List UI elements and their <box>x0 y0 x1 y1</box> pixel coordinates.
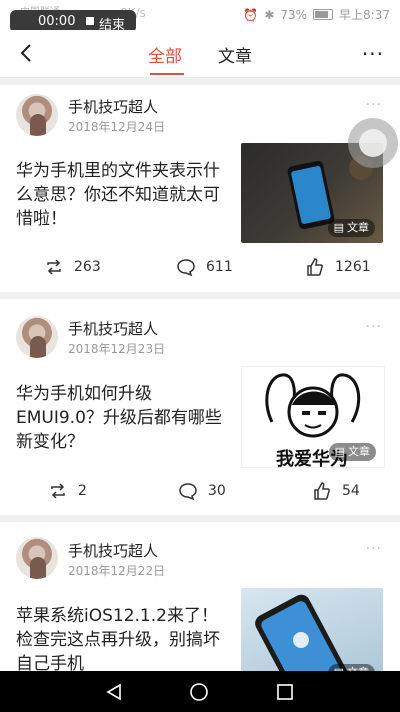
repost-icon <box>47 259 61 275</box>
article-thumbnail[interactable]: 我爱华为 ▤ 文章 <box>241 366 385 468</box>
more-options-icon[interactable]: ··· <box>362 42 384 66</box>
repost-count: 263 <box>74 259 101 275</box>
article-card[interactable]: 手机技巧超人 2018年12月22日 ··· 苹果系统iOS12.1.2来了！检… <box>0 522 400 671</box>
badge-label: 文章 <box>347 664 369 671</box>
document-icon: ▤ <box>334 445 345 458</box>
divider <box>0 292 400 299</box>
repost-button[interactable]: 2 <box>48 481 87 501</box>
repost-button[interactable]: 263 <box>44 257 101 277</box>
thumbs-up-icon <box>307 258 323 276</box>
document-icon: ▤ <box>333 221 344 234</box>
comment-count: 611 <box>206 259 233 275</box>
bluetooth-icon: ✱ <box>264 7 275 22</box>
back-arrow-icon[interactable] <box>16 42 38 64</box>
clock: 早上8:37 <box>339 8 390 22</box>
status-bar: 中国联通 0K/s 00:00 结束 ⏰ ✱ 73% 早上8:37 <box>0 0 400 33</box>
alarm-icon: ⏰ <box>243 7 259 22</box>
home-circle-icon[interactable] <box>189 682 209 702</box>
card-more-icon[interactable]: ··· <box>366 319 382 335</box>
thumbs-up-icon <box>314 482 330 500</box>
like-button[interactable]: 54 <box>312 481 360 501</box>
tab-article[interactable]: 文章 <box>218 42 252 67</box>
author-name[interactable]: 手机技巧超人 <box>68 96 158 117</box>
tab-all[interactable]: 全部 <box>148 42 182 67</box>
like-button[interactable]: 1261 <box>305 257 371 277</box>
article-badge: ▤文章 <box>328 443 376 461</box>
card-more-icon[interactable]: ··· <box>366 541 382 557</box>
like-count: 54 <box>342 483 360 499</box>
article-badge: ▤文章 <box>327 664 375 671</box>
article-card[interactable]: 手机技巧超人 2018年12月24日 ··· 华为手机里的文件夹表示什么意思？你… <box>0 85 400 292</box>
document-icon: ▤ <box>334 664 344 671</box>
battery-icon <box>313 9 334 20</box>
divider <box>0 515 400 522</box>
comment-icon <box>177 259 195 277</box>
comment-icon <box>179 483 197 501</box>
post-date: 2018年12月23日 <box>68 342 166 356</box>
status-indicators: ⏰ ✱ 73% 早上8:37 <box>243 6 390 23</box>
article-title[interactable]: 华为手机里的文件夹表示什么意思？你还不知道就太可惜啦！ <box>16 159 230 231</box>
article-thumbnail[interactable]: ▤文章 <box>241 588 383 671</box>
divider <box>0 78 400 85</box>
repost-icon <box>51 483 65 499</box>
active-tab-indicator <box>150 73 184 75</box>
badge-label: 文章 <box>347 221 369 234</box>
article-badge: ▤文章 <box>327 219 375 237</box>
repost-count: 2 <box>78 483 87 499</box>
recent-apps-square-icon[interactable] <box>275 682 295 702</box>
top-nav: 全部 文章 ··· <box>0 30 400 78</box>
stop-icon <box>86 17 94 25</box>
post-date: 2018年12月24日 <box>68 120 166 134</box>
article-card[interactable]: 手机技巧超人 2018年12月23日 ··· 华为手机如何升级EMUI9.0？升… <box>0 299 400 515</box>
card-more-icon[interactable]: ··· <box>366 97 382 113</box>
avatar[interactable] <box>16 537 58 579</box>
badge-label: 文章 <box>348 445 370 458</box>
article-title[interactable]: 华为手机如何升级EMUI9.0？升级后都有哪些新变化？ <box>16 382 230 454</box>
iphone-photo <box>255 594 349 671</box>
comment-button[interactable]: 30 <box>178 481 226 501</box>
comment-count: 30 <box>208 483 226 499</box>
system-nav-bar <box>0 671 400 712</box>
avatar[interactable] <box>16 316 58 358</box>
post-date: 2018年12月22日 <box>68 564 166 578</box>
article-title[interactable]: 苹果系统iOS12.1.2来了！检查完这点再升级，别搞坏自己手机 <box>16 604 230 671</box>
comment-button[interactable]: 611 <box>176 257 233 277</box>
author-name[interactable]: 手机技巧超人 <box>68 540 158 561</box>
back-triangle-icon[interactable] <box>104 682 124 702</box>
battery-level: 73% <box>280 7 308 22</box>
floating-assistive-button[interactable] <box>348 118 398 168</box>
like-count: 1261 <box>335 259 371 275</box>
avatar[interactable] <box>16 94 58 136</box>
author-name[interactable]: 手机技巧超人 <box>68 318 158 339</box>
recording-time: 00:00 <box>38 14 76 29</box>
